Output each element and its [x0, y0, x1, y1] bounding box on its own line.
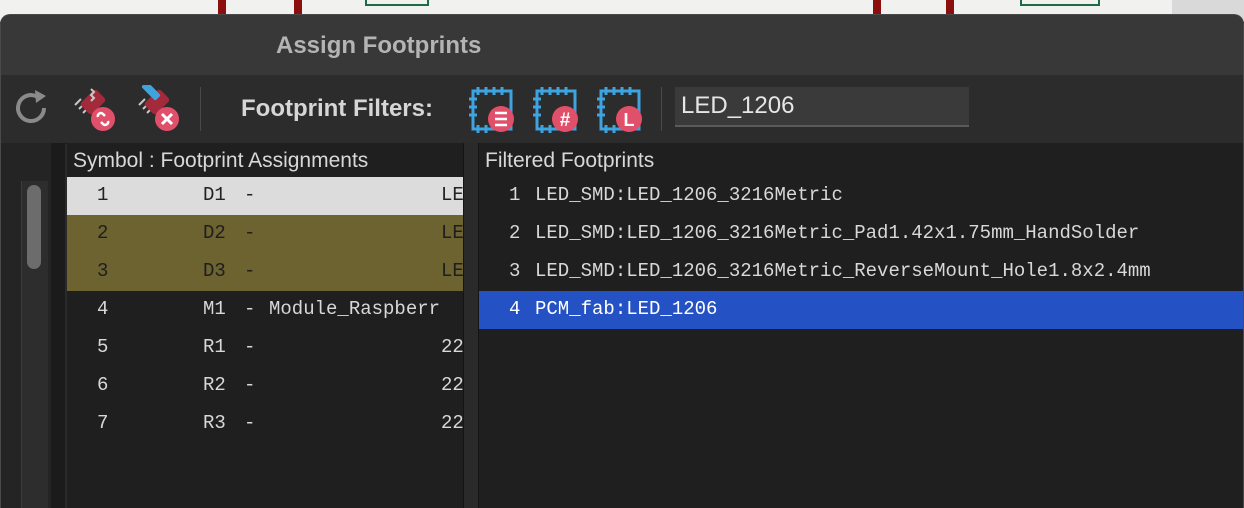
pane-border — [51, 143, 65, 508]
footprint-row-selected[interactable]: 4 PCM_fab:LED_1206 — [479, 291, 1243, 329]
symbol-reference: R3 — [203, 412, 226, 434]
assign-footprints-window: Assign Footprints Footprint Filters: # L… — [0, 14, 1244, 508]
row-number: 7 — [97, 412, 109, 434]
footprint-name: LED_SMD:LED_1206_3216Metric_Pad1.42x1.75… — [535, 222, 1140, 244]
assignment-row[interactable]: 5 R1 - 22 — [67, 329, 463, 367]
delete-associations-icon[interactable] — [135, 85, 185, 135]
footprint-row[interactable]: 2 LED_SMD:LED_1206_3216Metric_Pad1.42x1.… — [479, 215, 1243, 253]
footprint-value: Module_Raspberr — [269, 298, 441, 320]
schematic-symbol — [1020, 0, 1100, 6]
footprint-row[interactable]: 3 LED_SMD:LED_1206_3216Metric_ReverseMou… — [479, 253, 1243, 291]
filtered-footprints-pane: Filtered Footprints 1 LED_SMD:LED_1206_3… — [479, 143, 1243, 508]
row-number: 6 — [97, 374, 109, 396]
separator-dash: - — [244, 336, 256, 358]
svg-text:L: L — [624, 110, 635, 130]
footprint-filters-label: Footprint Filters: — [241, 95, 433, 122]
footprint-value: 22 — [441, 336, 463, 358]
row-number: 3 — [509, 260, 521, 282]
footprint-filter-input[interactable] — [675, 87, 969, 127]
footprint-name: LED_SMD:LED_1206_3216Metric — [535, 184, 843, 206]
refresh-icon[interactable] — [11, 87, 53, 129]
separator-dash: - — [244, 222, 256, 244]
assignment-row[interactable]: 3 D3 - LE — [67, 253, 463, 291]
footprint-value: LE — [441, 260, 463, 282]
toolbar: Footprint Filters: # L — [1, 75, 1243, 144]
window-title: Assign Footprints — [276, 32, 482, 59]
row-number: 5 — [97, 336, 109, 358]
footprint-value: 22 — [441, 374, 463, 396]
separator-dash: - — [244, 260, 256, 282]
symbol-reference: R1 — [203, 336, 226, 358]
left-scrollbar-thumb[interactable] — [27, 185, 41, 269]
toolbar-separator — [200, 87, 201, 131]
filter-by-keywords-icon[interactable] — [467, 85, 519, 137]
footprint-name: LED_SMD:LED_1206_3216Metric_ReverseMount… — [535, 260, 1151, 282]
symbol-footprint-assignments-pane: Symbol : Footprint Assignments 1 D1 - LE… — [67, 143, 463, 508]
toolbar-separator — [661, 87, 662, 131]
row-number: 4 — [97, 298, 109, 320]
filter-by-pin-count-icon[interactable]: # — [531, 85, 583, 137]
separator-dash: - — [244, 184, 256, 206]
symbol-reference: R2 — [203, 374, 226, 396]
footprint-value: LE — [441, 222, 463, 244]
row-number: 4 — [509, 298, 521, 320]
footprint-value: LE — [441, 184, 463, 206]
title-bar[interactable]: Assign Footprints — [1, 15, 1243, 76]
svg-text:#: # — [560, 110, 571, 131]
filter-by-library-icon[interactable]: L — [595, 85, 647, 137]
footprint-row[interactable]: 1 LED_SMD:LED_1206_3216Metric — [479, 177, 1243, 215]
schematic-symbol — [365, 0, 429, 6]
separator-dash: - — [244, 412, 256, 434]
separator-dash: - — [244, 298, 256, 320]
symbol-reference: M1 — [203, 298, 226, 320]
separator-dash: - — [244, 374, 256, 396]
footprint-value: 22 — [441, 412, 463, 434]
assignment-row[interactable]: 1 D1 - LE — [67, 177, 463, 215]
assignment-row[interactable]: 4 M1 - Module_Raspberr — [67, 291, 463, 329]
assignment-row[interactable]: 6 R2 - 22 — [67, 367, 463, 405]
filtered-footprints-header: Filtered Footprints — [485, 149, 655, 172]
assignment-row[interactable]: 7 R3 - 22 — [67, 405, 463, 443]
footprint-name: PCM_fab:LED_1206 — [535, 298, 718, 320]
auto-associate-icon[interactable] — [71, 85, 121, 135]
row-number: 2 — [509, 222, 521, 244]
pane-splitter[interactable] — [463, 143, 479, 508]
assignments-header: Symbol : Footprint Assignments — [73, 149, 369, 172]
symbol-reference: D1 — [203, 184, 226, 206]
symbol-reference: D2 — [203, 222, 226, 244]
row-number: 1 — [509, 184, 521, 206]
row-number: 3 — [97, 260, 109, 282]
row-number: 2 — [97, 222, 109, 244]
assignment-row[interactable]: 2 D2 - LE — [67, 215, 463, 253]
row-number: 1 — [97, 184, 109, 206]
symbol-reference: D3 — [203, 260, 226, 282]
